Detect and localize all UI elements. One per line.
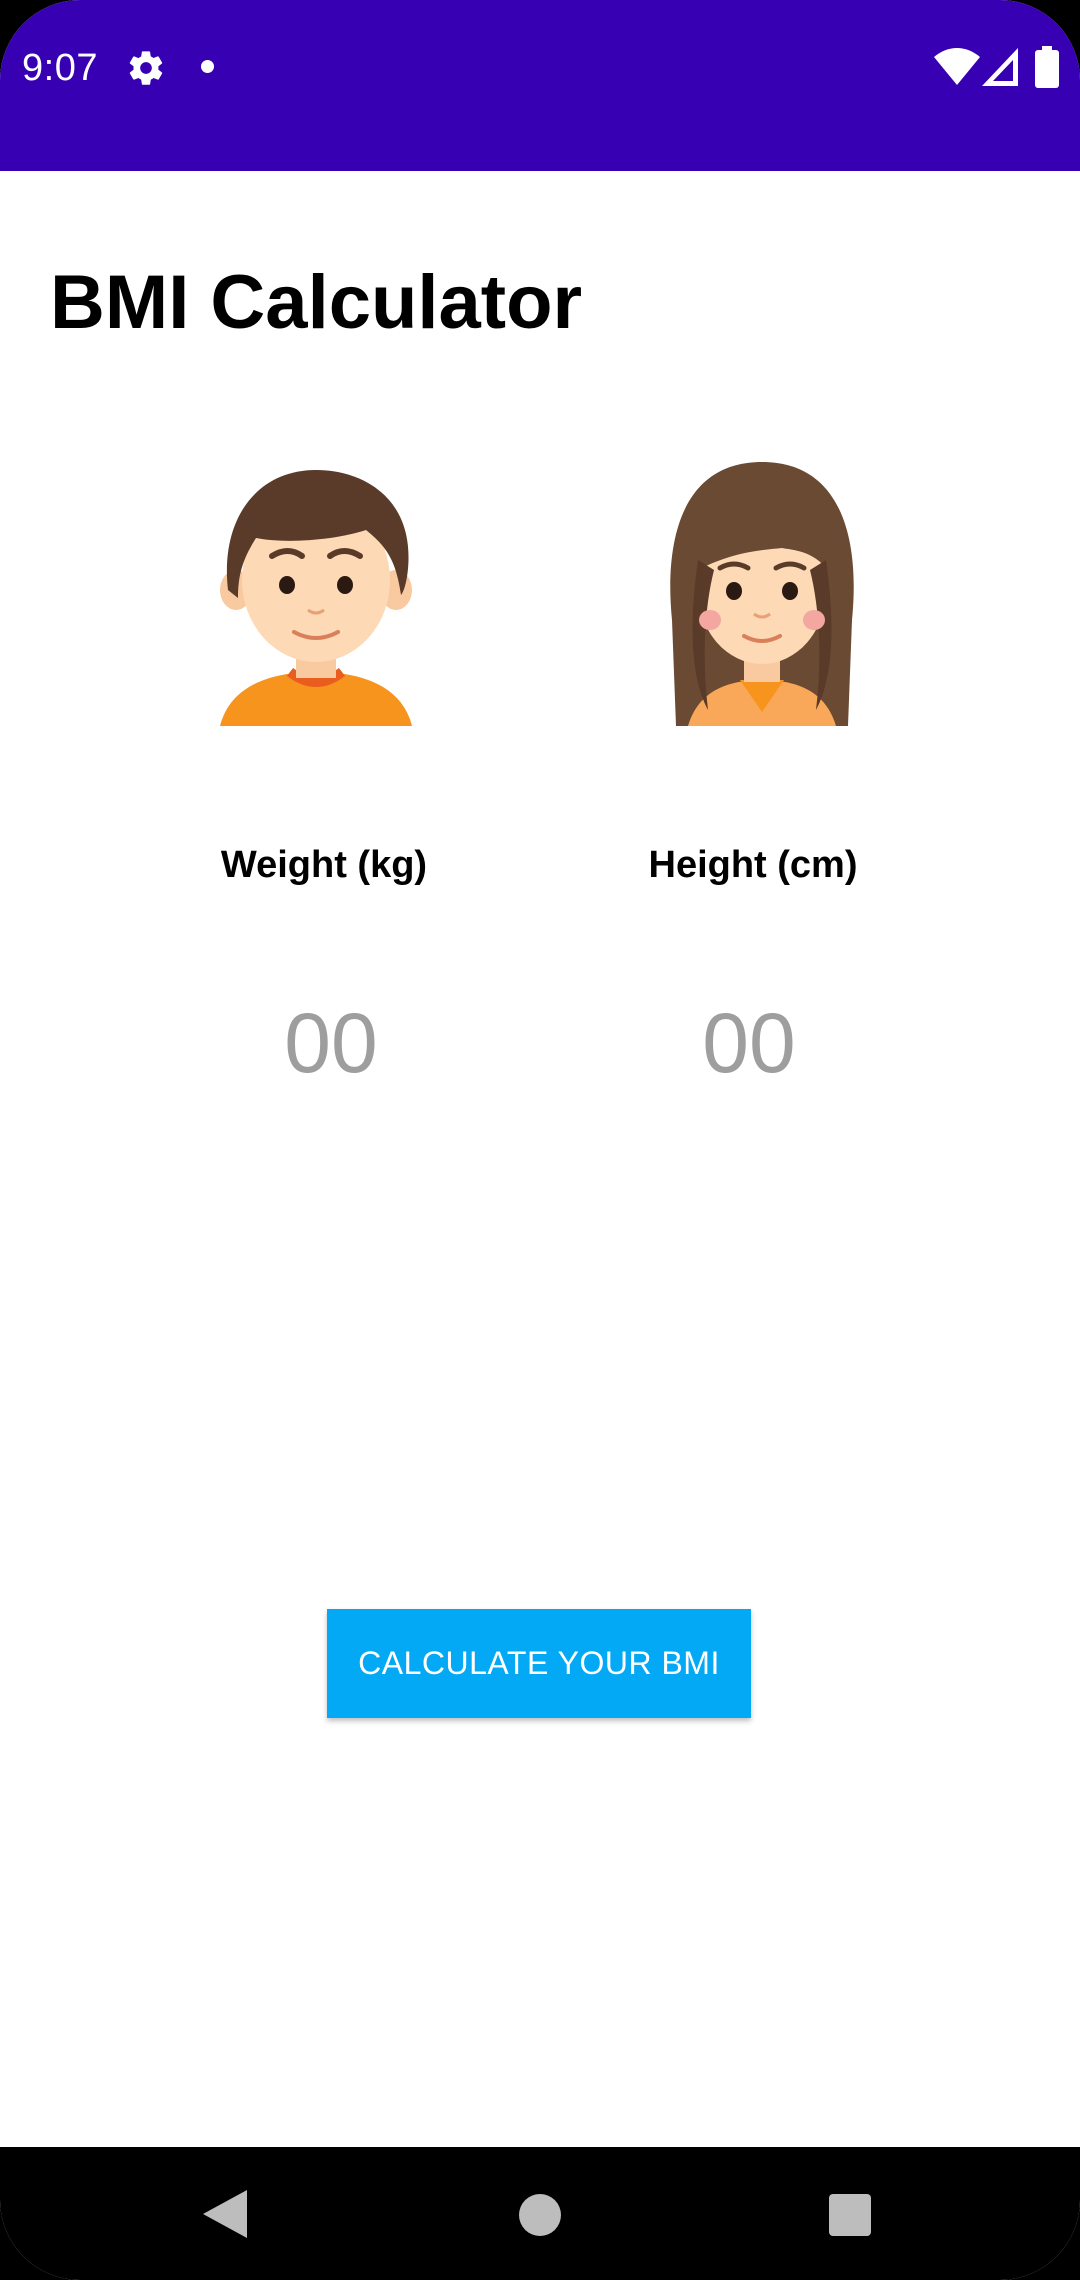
recents-icon[interactable]: [829, 2194, 871, 2236]
height-input[interactable]: 00: [599, 993, 899, 1093]
height-label: Height (cm): [648, 844, 858, 886]
status-bar: 9:07: [0, 0, 1080, 171]
wifi-icon: [934, 48, 980, 85]
page-title: BMI Calculator: [50, 260, 583, 345]
female-avatar-icon: [670, 462, 854, 726]
home-icon[interactable]: [519, 2194, 561, 2236]
app-screen: 9:07 BMI Calculator Weight (kg) Height (…: [0, 0, 1080, 2280]
weight-label: Weight (kg): [220, 844, 428, 886]
notification-dot-icon: [201, 60, 214, 73]
cell-signal-icon: [982, 48, 1018, 86]
calculate-bmi-button-label: CALCULATE YOUR BMI: [358, 1645, 720, 1681]
status-time: 9:07: [22, 47, 98, 89]
settings-icon: [129, 51, 163, 85]
back-icon[interactable]: [203, 2190, 247, 2238]
calculate-bmi-button[interactable]: CALCULATE YOUR BMI: [327, 1609, 751, 1718]
battery-icon: [1035, 46, 1059, 88]
weight-input[interactable]: 00: [181, 993, 481, 1093]
male-avatar-icon: [220, 470, 412, 726]
